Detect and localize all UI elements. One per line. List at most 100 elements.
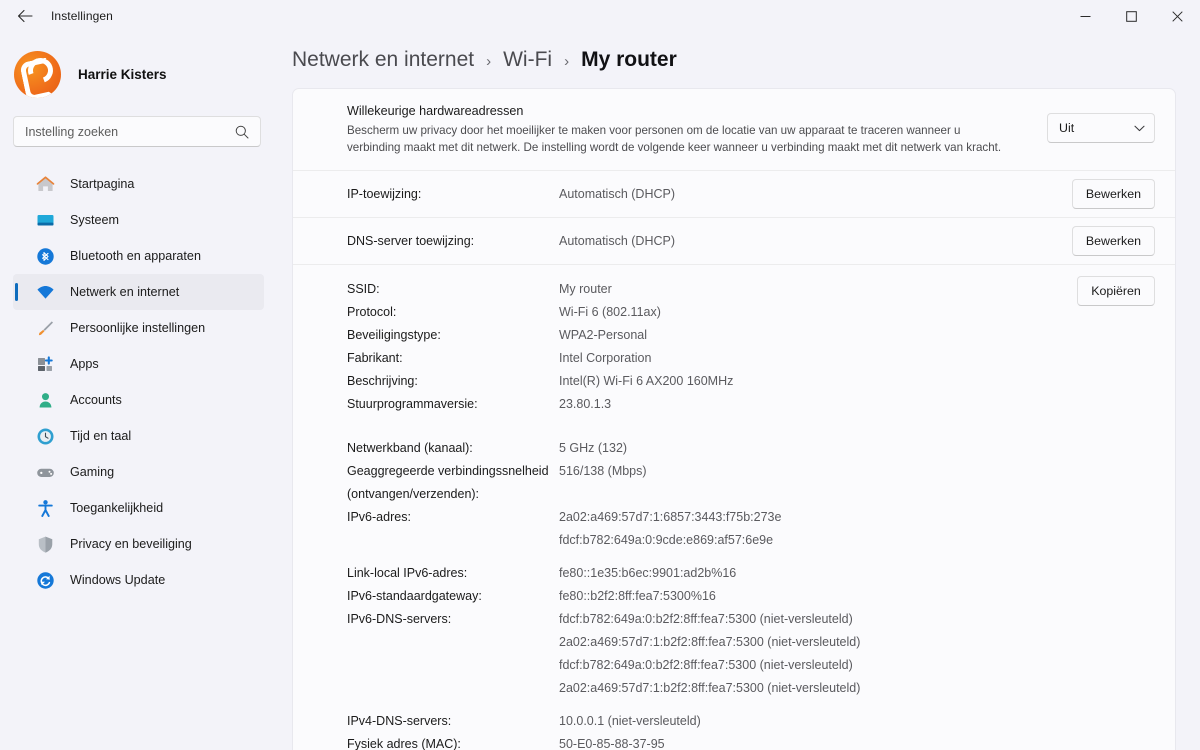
- dns-assignment-label: DNS-server toewijzing:: [347, 234, 475, 248]
- window-controls: [1062, 0, 1200, 32]
- edit-dns-assignment-button[interactable]: Bewerken: [1071, 226, 1155, 256]
- breadcrumb-item-network[interactable]: Netwerk en internet: [292, 48, 474, 72]
- breadcrumb-item-wifi[interactable]: Wi-Fi: [503, 48, 552, 72]
- account-icon: [36, 391, 55, 410]
- sidebar-item-netwerk-en-internet[interactable]: Netwerk en internet: [13, 274, 264, 310]
- property-value: WPA2-Personal: [559, 328, 647, 342]
- back-arrow-icon: [17, 9, 33, 23]
- clock-icon: [36, 427, 55, 446]
- maximize-icon: [1125, 10, 1137, 22]
- sidebar-item-tijd-en-taal[interactable]: Tijd en taal: [13, 418, 264, 454]
- ip-assignment-row: IP-toewijzing: Automatisch (DHCP) Bewerk…: [293, 171, 1175, 217]
- minimize-button[interactable]: [1062, 0, 1108, 32]
- sidebar-item-label: Persoonlijke instellingen: [70, 321, 206, 335]
- property-label: Geaggregeerde verbindingssnelheid (ontva…: [347, 464, 549, 501]
- connection-properties-section: SSID: My router Protocol: Wi-Fi 6 (802.1…: [293, 265, 1175, 750]
- property-label: Stuurprogrammaversie:: [347, 397, 478, 411]
- sidebar-item-accounts[interactable]: Accounts: [13, 382, 264, 418]
- ip-assignment-label: IP-toewijzing:: [347, 187, 422, 201]
- property-row-ipv6-gateway: IPv6-standaardgateway: fe80::b2f2:8ff:fe…: [347, 585, 1155, 608]
- dns-assignment-row: DNS-server toewijzing: Automatisch (DHCP…: [293, 218, 1175, 264]
- title-bar: Instellingen: [0, 0, 1200, 32]
- sidebar-item-systeem[interactable]: Systeem: [13, 202, 264, 238]
- property-value: 2a02:a469:57d7:1:6857:3443:f75b:273e fdc…: [559, 506, 781, 552]
- sidebar-item-apps[interactable]: Apps: [13, 346, 264, 382]
- breadcrumb: Netwerk en internet › Wi-Fi › My router: [292, 48, 1200, 88]
- gamepad-icon: [36, 463, 55, 482]
- close-icon: [1171, 10, 1183, 22]
- apps-icon: [36, 355, 55, 374]
- property-row-mac-address: Fysiek adres (MAC): 50-E0-85-88-37-95: [347, 733, 1155, 750]
- property-value: 5 GHz (132): [559, 441, 628, 455]
- chevron-down-icon: [1134, 121, 1145, 135]
- sidebar-item-persoonlijke-instellingen[interactable]: Persoonlijke instellingen: [13, 310, 264, 346]
- properties-list: SSID: My router Protocol: Wi-Fi 6 (802.1…: [347, 278, 1155, 750]
- property-row-security-type: Beveiligingstype: WPA2-Personal: [347, 324, 1155, 347]
- sidebar-item-label: Windows Update: [70, 573, 166, 587]
- edit-ip-assignment-button[interactable]: Bewerken: [1071, 179, 1155, 209]
- property-label: Netwerkband (kanaal):: [347, 441, 473, 455]
- dns-assignment-value: Automatisch (DHCP): [559, 234, 675, 248]
- sidebar-item-label: Toegankelijkheid: [70, 501, 164, 515]
- property-value: Intel(R) Wi-Fi 6 AX200 160MHz: [559, 374, 734, 388]
- breadcrumb-separator-icon: ›: [486, 53, 492, 70]
- property-label: IPv4-DNS-servers:: [347, 714, 452, 728]
- property-row-link-local-ipv6: Link-local IPv6-adres: fe80::1e35:b6ec:9…: [347, 562, 1155, 585]
- dropdown-value: Uit: [1059, 121, 1075, 135]
- property-value: My router: [559, 282, 612, 296]
- sidebar-item-label: Netwerk en internet: [70, 285, 180, 299]
- property-label: IPv6-standaardgateway:: [347, 589, 482, 603]
- search-input[interactable]: [14, 117, 219, 146]
- bluetooth-icon: [36, 247, 55, 266]
- profile-name: Harrie Kisters: [78, 66, 167, 82]
- property-row-description: Beschrijving: Intel(R) Wi-Fi 6 AX200 160…: [347, 370, 1155, 393]
- sidebar-item-privacy-en-beveiliging[interactable]: Privacy en beveiliging: [13, 526, 264, 562]
- maximize-button[interactable]: [1108, 0, 1154, 32]
- sidebar-item-windows-update[interactable]: Windows Update: [13, 562, 264, 598]
- search-box[interactable]: [13, 116, 261, 147]
- sidebar-item-label: Privacy en beveiliging: [70, 537, 192, 551]
- ip-assignment-value: Automatisch (DHCP): [559, 187, 675, 201]
- profile-section[interactable]: Harrie Kisters: [14, 46, 278, 102]
- property-value: Intel Corporation: [559, 351, 652, 365]
- property-label: SSID:: [347, 282, 380, 296]
- minimize-icon: [1080, 15, 1090, 17]
- property-value: fe80::b2f2:8ff:fea7:5300%16: [559, 589, 716, 603]
- sidebar-item-gaming[interactable]: Gaming: [13, 454, 264, 490]
- close-button[interactable]: [1154, 0, 1200, 32]
- random-hardware-addresses-section: Willekeurige hardwareadressen Bescherm u…: [293, 89, 1175, 170]
- wifi-icon: [36, 283, 55, 302]
- update-icon: [36, 571, 55, 590]
- breadcrumb-separator-icon: ›: [564, 53, 570, 70]
- sidebar-item-label: Bluetooth en apparaten: [70, 249, 201, 263]
- sidebar-nav: Startpagina Systeem Bluetooth en apparat…: [0, 166, 278, 598]
- back-button[interactable]: [8, 0, 42, 32]
- property-row-ssid: SSID: My router: [347, 278, 1155, 301]
- copy-button[interactable]: Kopiëren: [1077, 276, 1155, 306]
- sidebar: Harrie Kisters Startpagina Systeem: [0, 32, 278, 750]
- property-value: fdcf:b782:649a:0:b2f2:8ff:fea7:5300 (nie…: [559, 608, 860, 700]
- property-row-link-speed: Geaggregeerde verbindingssnelheid (ontva…: [347, 460, 1155, 506]
- accessibility-icon: [36, 499, 55, 518]
- sidebar-item-startpagina[interactable]: Startpagina: [13, 166, 264, 202]
- property-value-line: 2a02:a469:57d7:1:6857:3443:f75b:273e: [559, 510, 782, 524]
- random-hardware-description: Bescherm uw privacy door het moeilijker …: [347, 124, 1002, 154]
- property-value-line: fdcf:b782:649a:0:b2f2:8ff:fea7:5300 (nie…: [559, 658, 853, 672]
- sidebar-item-toegankelijkheid[interactable]: Toegankelijkheid: [13, 490, 264, 526]
- property-label: Fabrikant:: [347, 351, 403, 365]
- property-row-driver-version: Stuurprogrammaversie: 23.80.1.3: [347, 393, 1155, 416]
- random-hardware-dropdown[interactable]: Uit: [1047, 113, 1155, 143]
- property-label: IPv6-adres:: [347, 510, 411, 524]
- home-icon: [36, 175, 55, 194]
- sidebar-item-bluetooth[interactable]: Bluetooth en apparaten: [13, 238, 264, 274]
- property-row-manufacturer: Fabrikant: Intel Corporation: [347, 347, 1155, 370]
- sidebar-item-label: Accounts: [70, 393, 122, 407]
- property-value: 10.0.0.1 (niet-versleuteld): [559, 714, 701, 728]
- avatar: [14, 50, 61, 98]
- property-value: 23.80.1.3: [559, 397, 612, 411]
- property-row-ipv4-dns-servers: IPv4-DNS-servers: 10.0.0.1 (niet-versleu…: [347, 710, 1155, 733]
- property-row-protocol: Protocol: Wi-Fi 6 (802.11ax): [347, 301, 1155, 324]
